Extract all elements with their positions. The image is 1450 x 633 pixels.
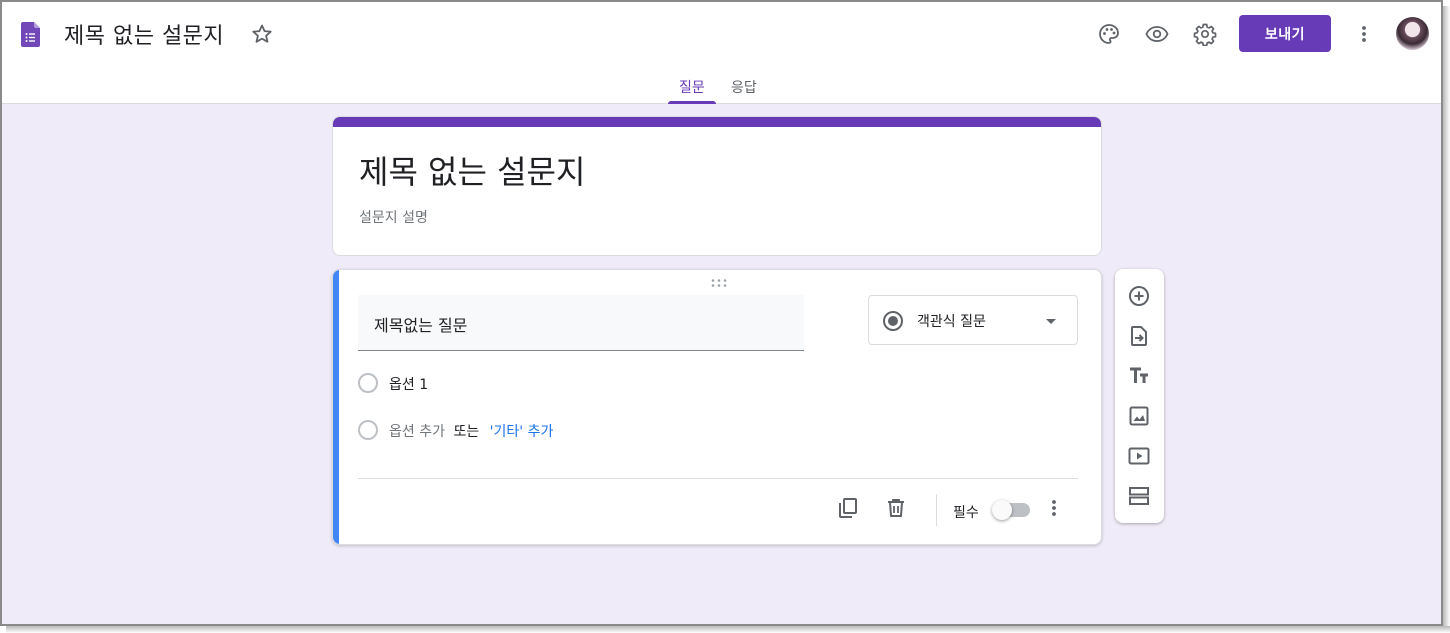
form-title-card: 제목 없는 설문지 설문지 설명 [332,116,1102,256]
required-toggle[interactable] [992,500,1030,520]
question-title-input[interactable]: 제목없는 질문 [358,295,804,351]
add-section-icon[interactable] [1127,484,1151,508]
import-questions-icon[interactable] [1127,324,1151,348]
toggle-knob [992,500,1012,520]
dropdown-arrow-icon [1039,309,1063,333]
option-label[interactable]: 옵션 1 [389,374,428,394]
question-title-text: 제목없는 질문 [374,316,468,335]
form-title[interactable]: 제목 없는 설문지 [359,147,585,193]
add-image-icon[interactable] [1127,404,1151,428]
forms-logo-icon[interactable] [21,22,40,47]
radio-checked-icon [881,309,905,333]
delete-trash-icon[interactable] [884,496,908,520]
more-vert-icon[interactable] [1042,496,1066,520]
focus-bar [333,270,339,544]
footer-divider [358,478,1078,479]
duplicate-icon[interactable] [836,496,860,520]
add-option-line: 옵션 추가 또는 '기타' 추가 [389,421,553,441]
send-button[interactable]: 보내기 [1239,15,1331,52]
question-card[interactable]: 제목없는 질문 객관식 질문 옵션 1 옵션 추가 또는 '기타' 추가 필수 [332,269,1102,545]
add-other-link[interactable]: '기타' 추가 [490,424,554,440]
preview-eye-icon[interactable] [1145,22,1169,46]
radio-circle-icon [358,373,378,393]
settings-gear-icon[interactable] [1193,22,1217,46]
avatar[interactable] [1396,17,1429,50]
tab-responses[interactable]: 응답 [731,77,757,97]
window-shadow-right [1443,6,1450,633]
tab-bar: 질문 응답 [2,74,1441,104]
or-text: 또는 [453,424,480,440]
radio-circle-icon [358,420,378,440]
window-shadow-bottom [6,626,1450,633]
footer-separator [936,494,937,526]
drag-handle-icon[interactable] [710,278,728,288]
active-tab-indicator [668,101,716,104]
app-window: 제목 없는 설문지 보내기 질문 응답 제목 없는 설문지 설문지 설명 제목없… [0,0,1443,626]
palette-icon[interactable] [1097,22,1121,46]
title-card-accent-bar [333,117,1101,127]
add-video-icon[interactable] [1127,444,1151,468]
header-bar: 제목 없는 설문지 보내기 질문 응답 [2,2,1441,104]
required-label: 필수 [953,505,979,521]
star-icon[interactable] [250,22,274,46]
tab-questions[interactable]: 질문 [679,77,705,97]
question-type-dropdown[interactable]: 객관식 질문 [868,295,1078,345]
document-title[interactable]: 제목 없는 설문지 [64,18,224,50]
add-option-link[interactable]: 옵션 추가 [389,424,445,440]
add-title-icon[interactable] [1127,364,1151,388]
form-description-field[interactable]: 설문지 설명 [359,207,428,227]
more-vert-icon[interactable] [1352,22,1376,46]
question-type-label: 객관식 질문 [917,314,986,330]
add-question-icon[interactable] [1127,284,1151,308]
side-toolbar [1115,269,1164,523]
